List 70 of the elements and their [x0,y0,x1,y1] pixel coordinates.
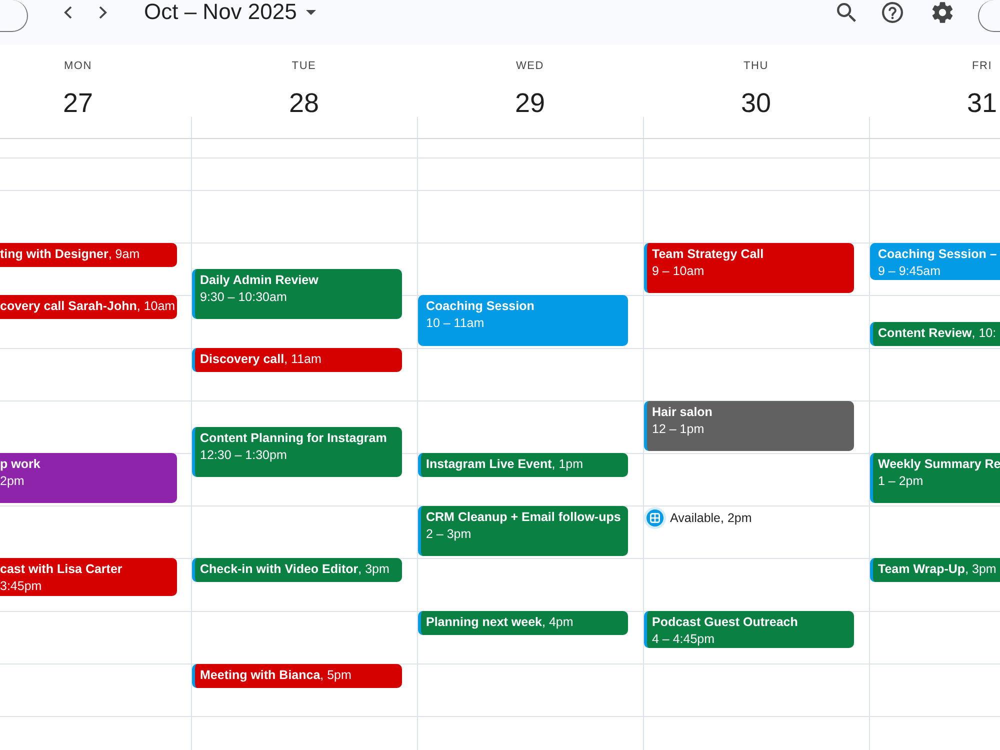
event-label: Meeting with Bianca, 5pm [200,666,352,684]
event-title: Content Planning for Instagram [200,430,387,447]
event-title: Podcast Guest Outreach [652,614,798,631]
event-title: p work [0,456,40,474]
event-card[interactable]: Hair salon 12 – 1pm [644,400,854,451]
event-time: 1 – 2pm [878,473,924,490]
event-card[interactable]: covery call Sarah-John, 10am [0,295,177,320]
event-card[interactable]: Instagram Live Event, 1pm [418,453,628,478]
event-card[interactable]: Team Wrap-Up, 3pm [870,558,1000,582]
event-card[interactable]: Podcast Guest Outreach 4 – 4:45pm [644,611,854,648]
event-title: Weekly Summary Re [878,456,1000,474]
day-name: FRI [972,59,992,73]
event-time: 2pm [0,473,24,490]
event-label: Instagram Live Event, 1pm [426,456,584,474]
event-label: Check-in with Video Editor, 3pm [200,561,390,578]
event-card[interactable]: ting with Designer, 9am [0,242,177,267]
event-time: 3:45pm [0,578,42,596]
chevron-left-icon[interactable] [64,6,72,18]
day-name: MON [64,59,92,73]
event-time: 10 – 11am [426,315,484,332]
event-card[interactable]: Discovery call, 11am [192,348,402,372]
event-time: 12:30 – 1:30pm [200,446,287,464]
event-label: Planning next week, 4pm [426,614,574,631]
event-time: 12 – 1pm [652,420,704,438]
event-title: Hair salon [652,404,712,421]
day-number[interactable]: 28 [288,86,320,120]
event-time: 2 – 3pm [426,526,472,543]
event-label: Content Review, 10: [878,324,996,342]
date-range-button[interactable]: Oct – Nov 2025 [140,0,320,25]
caret-down-icon [306,10,316,14]
day-number[interactable]: 30 [740,86,772,120]
event-card[interactable]: Content Planning for Instagram 12:30 – 1:30pm [192,426,402,478]
day-name: THU [743,59,768,73]
event-title: Coaching Session – [878,246,997,263]
event-card[interactable]: cast with Lisa Carter 3:45pm [0,558,177,596]
event-title: CRM Cleanup + Email follow-ups [426,508,621,526]
event-label: ting with Designer, 9am [0,246,140,263]
event-card[interactable]: Content Review, 10: [870,322,1000,346]
event-card[interactable]: Team Strategy Call 9 – 10am [644,242,854,294]
day-number[interactable]: 31 [966,86,998,120]
event-label: covery call Sarah-John, 10am [0,298,176,316]
event-title: Team Strategy Call [652,246,764,263]
event-card[interactable]: CRM Cleanup + Email follow-ups 2 – 3pm [418,506,628,556]
day-number[interactable]: 29 [514,86,546,120]
search-icon[interactable] [837,2,856,22]
event-title: cast with Lisa Carter [0,561,122,578]
event-title: Coaching Session [426,298,534,316]
event-title: Daily Admin Review [200,272,318,290]
appointment-label[interactable]: Available, 2pm [670,506,752,529]
event-time: 9 – 9:45am [878,262,941,280]
event-card[interactable]: Coaching Session 10 – 11am [418,295,628,346]
day-name: WED [516,59,544,73]
event-time: 9 – 10am [652,262,704,280]
event-time: 9:30 – 10:30am [200,289,287,306]
help-icon[interactable] [882,2,903,22]
event-card[interactable]: Meeting with Bianca, 5pm [192,664,402,688]
day-number[interactable]: 27 [62,86,94,120]
settings-icon[interactable] [932,2,953,22]
event-time: 4 – 4:45pm [652,631,715,648]
appointment-icon[interactable] [644,506,666,529]
chevron-right-icon[interactable] [99,6,107,18]
event-card[interactable]: Coaching Session – 9 – 9:45am [870,242,1000,280]
event-card[interactable]: Weekly Summary Re 1 – 2pm [870,453,1000,504]
event-label: Team Wrap-Up, 3pm [878,561,996,578]
day-name: TUE [292,59,316,73]
event-label: Discovery call, 11am [200,351,322,368]
event-card[interactable]: p work 2pm [0,453,177,504]
event-card[interactable]: Check-in with Video Editor, 3pm [192,558,402,582]
event-card[interactable]: Planning next week, 4pm [418,611,628,635]
event-card[interactable]: Daily Admin Review 9:30 – 10:30am [192,269,402,320]
